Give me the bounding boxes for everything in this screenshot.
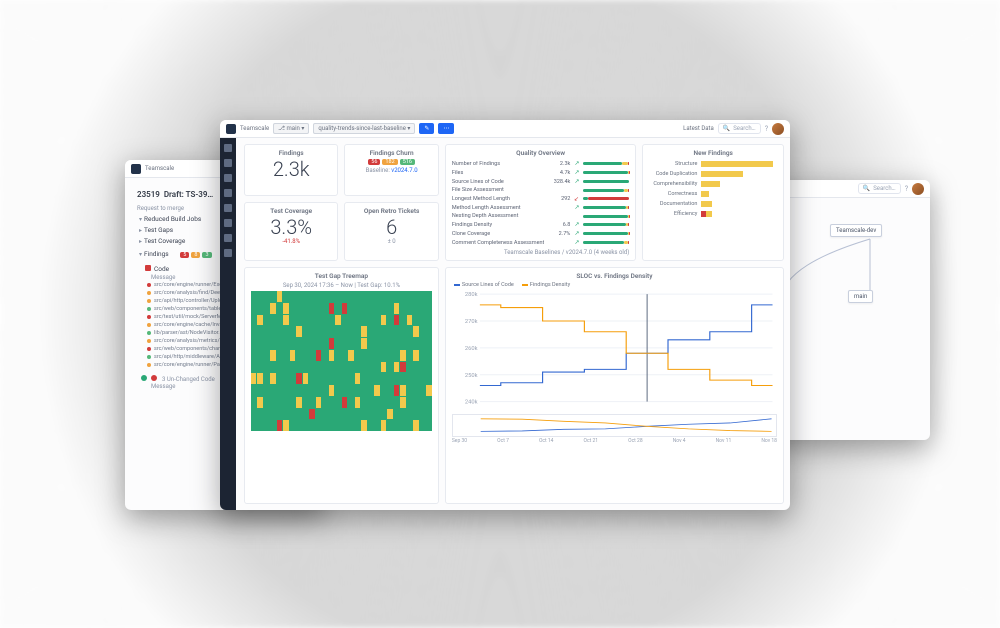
qo-footer: Teamscale Baselines / v2024.7.0 (4 weeks… bbox=[452, 249, 630, 256]
rail-icon[interactable] bbox=[224, 174, 232, 182]
rail-icon[interactable] bbox=[224, 204, 232, 212]
branch-picker[interactable]: ⎇ main ▾ bbox=[273, 123, 309, 134]
node-root[interactable]: Teamscale-dev bbox=[830, 224, 882, 237]
baseline-link[interactable]: v2024.7.0 bbox=[391, 167, 417, 174]
quality-row: Source Lines of Code328.4k↗ bbox=[452, 177, 630, 186]
badge-green: 3 bbox=[202, 252, 211, 258]
more-button[interactable]: ⋯ bbox=[438, 123, 454, 134]
chart-minimap[interactable] bbox=[452, 415, 777, 437]
new-findings-row: Comprehensibility bbox=[649, 179, 777, 189]
quality-row: Number of Findings2.3k↗ bbox=[452, 159, 630, 168]
ticket-title: Draft: TS-39… bbox=[164, 190, 213, 199]
retro-delta: ± 0 bbox=[351, 238, 431, 245]
avatar[interactable] bbox=[772, 123, 784, 135]
tile-title: New Findings bbox=[649, 149, 777, 157]
badge-red: 5 bbox=[180, 252, 189, 258]
rail-icon[interactable] bbox=[224, 234, 232, 242]
section-testgaps[interactable]: Test Gaps bbox=[144, 226, 173, 234]
tile-test-coverage: Test Coverage 3.3% -41.8% bbox=[244, 202, 338, 261]
churn-badge-orange: 182 bbox=[382, 159, 397, 165]
rail-icon[interactable] bbox=[224, 144, 232, 152]
tile-findings-churn: Findings Churn 56 182 516 Baseline: v202… bbox=[344, 144, 438, 196]
quality-row: Nesting Depth Assessment bbox=[452, 212, 630, 220]
help-icon[interactable]: ? bbox=[765, 125, 768, 133]
brand-label: Teamscale bbox=[240, 125, 269, 132]
tile-title: Open Retro Tickets bbox=[351, 207, 431, 215]
tile-title: Test Gap Treemap bbox=[315, 272, 368, 280]
ticket-id: 23519 bbox=[137, 190, 160, 199]
tile-open-retro: Open Retro Tickets 6 ± 0 bbox=[344, 202, 438, 261]
section-coverage[interactable]: Test Coverage bbox=[144, 237, 185, 245]
dashboard-header: Teamscale ⎇ main ▾ quality-trends-since-… bbox=[220, 120, 790, 138]
dashboard-window: Teamscale ⎇ main ▾ quality-trends-since-… bbox=[220, 120, 790, 510]
tile-treemap: Test Gap Treemap Sep 30, 2024 17:36 – No… bbox=[244, 267, 439, 504]
node-main[interactable]: main bbox=[848, 290, 873, 303]
svg-text:240k: 240k bbox=[465, 400, 478, 406]
quality-row: Comment Completeness Assessment↗ bbox=[452, 238, 630, 247]
new-findings-row: Correctness bbox=[649, 189, 777, 199]
quality-row: File Size Assessment bbox=[452, 186, 630, 194]
new-findings-row: Documentation bbox=[649, 199, 777, 209]
avatar[interactable] bbox=[912, 183, 924, 195]
chart-legend: Source Lines of Code Findings Density bbox=[454, 282, 777, 288]
dashboard-picker[interactable]: quality-trends-since-last-baseline ▾ bbox=[313, 123, 415, 134]
treemap-sub: Sep 30, 2024 17:36 – Now | Test Gap: 10.… bbox=[283, 282, 400, 289]
coverage-value: 3.3% bbox=[251, 217, 331, 238]
findings-value: 2.3k bbox=[251, 159, 331, 180]
search-input[interactable]: 🔍Search… bbox=[718, 123, 761, 134]
footer-unchanged: 3 Un-Changed Code bbox=[162, 376, 215, 383]
section-build[interactable]: Reduced Build Jobs bbox=[144, 215, 201, 223]
churn-badge-green: 516 bbox=[400, 159, 415, 165]
rail-icon[interactable] bbox=[224, 219, 232, 227]
group-code[interactable]: Code bbox=[154, 265, 169, 273]
tile-title: Test Coverage bbox=[251, 207, 331, 215]
new-findings-row: Structure bbox=[649, 159, 777, 169]
app-logo-icon bbox=[226, 124, 236, 134]
quality-row: Longest Method Length292↗ bbox=[452, 194, 630, 203]
rail-icon[interactable] bbox=[224, 189, 232, 197]
new-findings-row: Code Duplication bbox=[649, 169, 777, 179]
churn-badge-red: 56 bbox=[368, 159, 380, 165]
tile-new-findings: New Findings Structure Code Duplication … bbox=[642, 144, 784, 261]
rail-icon[interactable] bbox=[224, 159, 232, 167]
svg-text:260k: 260k bbox=[465, 346, 478, 352]
coverage-delta: -41.8% bbox=[251, 238, 331, 245]
chart-plot-area[interactable]: 240k 250k 260k 270k 280k bbox=[452, 290, 777, 415]
rail-icon[interactable] bbox=[224, 249, 232, 257]
tile-quality-overview: Quality Overview Number of Findings2.3k↗… bbox=[445, 144, 637, 261]
svg-text:270k: 270k bbox=[465, 319, 478, 325]
quality-row: Method Length Assessment↗ bbox=[452, 203, 630, 212]
new-findings-row: Efficiency bbox=[649, 209, 777, 219]
app-logo-icon bbox=[131, 164, 141, 174]
section-findings[interactable]: Findings bbox=[144, 250, 169, 258]
quality-row: Clone Coverage2.7%↗ bbox=[452, 229, 630, 238]
tile-title: Findings Churn bbox=[351, 149, 431, 157]
quality-row: Files4.7k↗ bbox=[452, 168, 630, 177]
tile-title: Quality Overview bbox=[452, 149, 630, 157]
badge-orange: 8 bbox=[191, 252, 200, 258]
tile-title: Findings bbox=[251, 149, 331, 157]
tile-title: SLOC vs. Findings Density bbox=[452, 272, 777, 280]
svg-text:250k: 250k bbox=[465, 373, 478, 379]
tile-findings: Findings 2.3k bbox=[244, 144, 338, 196]
latest-data-label: Latest Data bbox=[683, 125, 714, 132]
sidebar-rail bbox=[220, 138, 236, 510]
tile-sloc-chart: SLOC vs. Findings Density Source Lines o… bbox=[445, 267, 784, 504]
quality-row: Findings Density6.8↗ bbox=[452, 220, 630, 229]
chart-x-ticks: Sep 30Oct 7Oct 14Oct 21Oct 28Nov 4Nov 11… bbox=[452, 438, 777, 444]
brand-label: Teamscale bbox=[145, 165, 174, 172]
svg-text:280k: 280k bbox=[465, 292, 478, 298]
retro-value: 6 bbox=[351, 217, 431, 238]
edit-button[interactable]: ✎ bbox=[419, 123, 434, 134]
treemap-canvas[interactable] bbox=[251, 291, 432, 431]
search-input[interactable]: 🔍Search… bbox=[858, 183, 901, 194]
